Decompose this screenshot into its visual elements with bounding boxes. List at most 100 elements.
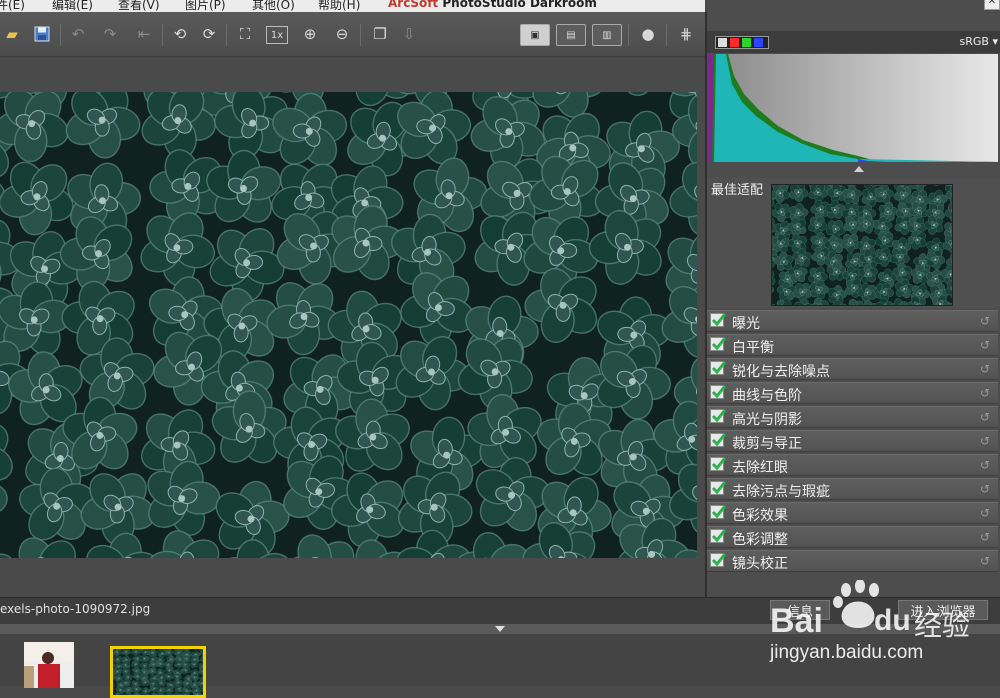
adjustment-row[interactable]: 去除红眼 ↺: [707, 454, 998, 476]
sphere-icon[interactable]: ●: [636, 22, 660, 46]
rotate-right-icon[interactable]: ⟳: [197, 22, 221, 46]
redo-icon[interactable]: ↷: [98, 22, 122, 46]
adjustment-row[interactable]: 曝光 ↺: [707, 310, 998, 332]
undo-icon[interactable]: ↶: [66, 22, 90, 46]
view-split-icon[interactable]: ▥: [592, 24, 622, 46]
adjustment-checkbox[interactable]: [710, 529, 724, 543]
color-space-value: sRGB: [960, 35, 989, 48]
filmstrip-thumb[interactable]: [24, 642, 74, 688]
adjustment-checkbox[interactable]: [710, 313, 724, 327]
adjustment-label: 色彩调整: [732, 529, 788, 549]
chevron-down-icon[interactable]: [495, 626, 505, 632]
adjustment-label: 裁剪与导正: [732, 433, 802, 453]
adjustment-row[interactable]: 白平衡 ↺: [707, 334, 998, 356]
reset-icon[interactable]: ↺: [980, 338, 990, 352]
adjustment-label: 曲线与色阶: [732, 385, 802, 405]
color-space-label[interactable]: sRGB ▾: [960, 35, 998, 48]
adjustment-row[interactable]: 镜头校正↺: [707, 550, 998, 572]
adjustment-label: 白平衡: [732, 337, 774, 357]
reset-icon[interactable]: ↺: [980, 482, 990, 496]
adjustment-row[interactable]: 锐化与去除噪点 ↺: [707, 358, 998, 380]
batch-icon[interactable]: ❐: [368, 22, 392, 46]
export-icon[interactable]: ⇩: [397, 22, 421, 46]
filmstrip-thumb-selected[interactable]: [110, 646, 206, 698]
adjustment-row[interactable]: 裁剪与导正 ↺: [707, 430, 998, 452]
adjustment-label: 曝光: [732, 313, 760, 333]
toolbar-separator: [628, 24, 629, 46]
watermark-brand-cn: 经验: [914, 604, 970, 644]
check-icon: [711, 432, 727, 448]
watermark-url: jingyan.baidu.com: [770, 642, 923, 664]
fit-screen-icon[interactable]: ⛶: [233, 22, 257, 46]
channel-selector[interactable]: [715, 36, 769, 49]
toolbar-separator: [666, 24, 667, 46]
revert-icon[interactable]: ⇤: [132, 22, 156, 46]
watermark-brand: Bai: [770, 602, 823, 641]
view-compare-icon[interactable]: ▤: [556, 24, 586, 46]
adjustment-checkbox[interactable]: [710, 409, 724, 423]
reset-icon[interactable]: ↺: [980, 410, 990, 424]
menu-edit[interactable]: 编辑(E): [52, 0, 93, 12]
toolbar-separator: [60, 24, 61, 46]
app-title: ArcSoft PhotoStudio Darkroom: [388, 0, 597, 10]
app-brand: ArcSoft: [388, 0, 438, 10]
grid-icon[interactable]: ⋕: [674, 22, 698, 46]
adjustment-row[interactable]: 高光与阴影 ↺: [707, 406, 998, 428]
navigator-thumbnail[interactable]: [771, 184, 953, 306]
close-icon[interactable]: ✕: [984, 0, 1000, 10]
zoom-out-icon[interactable]: ⊖: [330, 22, 354, 46]
check-icon: [711, 312, 727, 328]
adjustment-label: 锐化与去除噪点: [732, 361, 830, 381]
adjustment-row[interactable]: 色彩效果 ↺: [707, 502, 998, 524]
adjustment-checkbox[interactable]: [710, 361, 724, 375]
rotate-left-icon[interactable]: ⟲: [168, 22, 192, 46]
adjustment-checkbox[interactable]: [710, 433, 724, 447]
watermark-brand2: du: [874, 604, 911, 638]
reset-icon[interactable]: ↺: [980, 554, 990, 568]
adjustment-row[interactable]: 色彩调整 ↺: [707, 526, 998, 548]
actual-size-icon[interactable]: 1x: [266, 26, 288, 44]
reset-icon[interactable]: ↺: [980, 386, 990, 400]
collapse-up-icon[interactable]: [854, 166, 864, 172]
app-title-text: PhotoStudio Darkroom: [442, 0, 596, 10]
menu-view[interactable]: 查看(V): [118, 0, 160, 12]
adjustment-checkbox[interactable]: [710, 481, 724, 495]
reset-icon[interactable]: ↺: [980, 458, 990, 472]
toolbar-separator: [162, 24, 163, 46]
check-icon: [711, 528, 727, 544]
adjustment-checkbox[interactable]: [710, 505, 724, 519]
reset-icon[interactable]: ↺: [980, 314, 990, 328]
adjustment-row[interactable]: 去除污点与瑕疵 ↺: [707, 478, 998, 500]
toolbar-separator: [360, 24, 361, 46]
navigator-label: 最佳适配: [711, 179, 763, 198]
menu-image[interactable]: 图片(P): [185, 0, 226, 12]
reset-icon[interactable]: ↺: [980, 362, 990, 376]
zoom-in-icon[interactable]: ⊕: [298, 22, 322, 46]
check-icon: [711, 336, 727, 352]
menu-help[interactable]: 帮助(H): [318, 0, 360, 12]
toolbar-separator: [226, 24, 227, 46]
adjustment-label: 高光与阴影: [732, 409, 802, 429]
reset-icon[interactable]: ↺: [980, 506, 990, 520]
open-icon[interactable]: ▰: [0, 22, 24, 46]
adjustment-row[interactable]: 曲线与色阶 ↺: [707, 382, 998, 404]
reset-icon[interactable]: ↺: [980, 530, 990, 544]
adjustment-checkbox[interactable]: [710, 457, 724, 471]
photo-preview[interactable]: [0, 92, 697, 558]
check-icon: [711, 384, 727, 400]
toolbar: ▰ ↶ ↷ ⇤ ⟲ ⟳ ⛶ 1x ⊕ ⊖ ❐ ⇩ ▣ ▤ ▥ ● ⋕: [0, 12, 705, 57]
adjustment-label: 去除污点与瑕疵: [732, 481, 830, 501]
adjustment-checkbox[interactable]: [710, 553, 724, 567]
adjustment-label: 色彩效果: [732, 505, 788, 525]
view-single-icon[interactable]: ▣: [520, 24, 550, 46]
adjustment-checkbox[interactable]: [710, 385, 724, 399]
save-icon[interactable]: [30, 22, 54, 46]
check-icon: [711, 360, 727, 376]
adjustment-checkbox[interactable]: [710, 337, 724, 351]
check-icon: [711, 480, 727, 496]
menu-file[interactable]: 件(E): [0, 0, 25, 12]
menu-other[interactable]: 其他(O): [252, 0, 295, 12]
menu-bar: 件(E) 编辑(E) 查看(V) 图片(P) 其他(O) 帮助(H) ArcSo…: [0, 0, 705, 12]
reset-icon[interactable]: ↺: [980, 434, 990, 448]
adjustment-label: 去除红眼: [732, 457, 788, 477]
